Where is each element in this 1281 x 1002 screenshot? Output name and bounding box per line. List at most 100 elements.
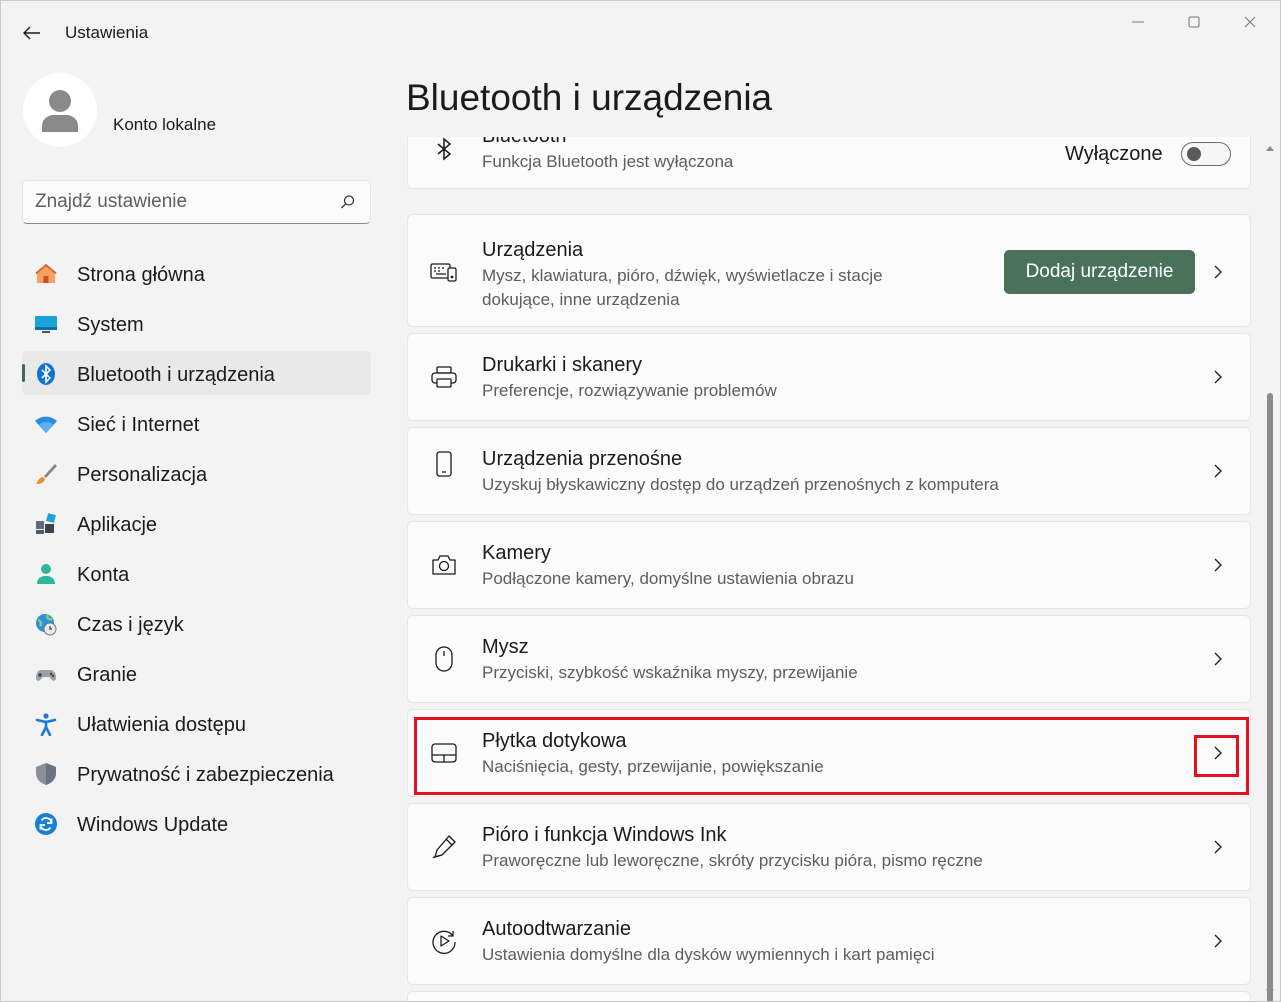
search-icon [341,195,355,209]
sidebar-item-personalization[interactable]: Personalizacja [22,451,371,495]
bluetooth-toggle-label: Wyłączone [1065,143,1163,165]
home-icon [34,262,58,286]
sidebar-item-label: Strona główna [77,264,205,286]
row-desc: Podłączone kamery, domyślne ustawienia o… [482,569,854,588]
camera-icon [430,551,458,579]
search-input[interactable] [35,181,335,223]
sidebar-item-label: Prywatność i zabezpieczenia [77,764,334,786]
row-title: Urządzenia przenośne [482,448,683,470]
maximize-icon [1188,16,1200,28]
phone-icon [430,450,458,478]
chevron-right-icon [1208,555,1228,575]
pen-icon [430,833,458,861]
brush-icon [34,462,58,486]
app-title: Ustawienia [65,23,149,42]
update-icon [34,812,58,836]
minimize-icon [1132,21,1144,23]
settings-content: Bluetooth Funkcja Bluetooth jest wyłączo… [407,137,1251,1001]
sidebar-item-label: Czas i język [77,614,184,636]
bluetooth-toggle[interactable] [1181,142,1231,166]
chevron-right-icon [1208,367,1228,387]
apps-icon [34,512,58,536]
sidebar-nav: Strona główna System Bluetooth i urządze… [22,251,371,851]
search-box[interactable] [22,180,371,224]
row-title: Pióro i funkcja Windows Ink [482,824,727,846]
sidebar-item-label: Personalizacja [77,464,208,486]
bluetooth-desc: Funkcja Bluetooth jest wyłączona [482,152,734,171]
row-title: Autoodtwarzanie [482,918,631,940]
autoplay-icon [430,927,458,955]
user-avatar-icon [42,90,78,132]
devices-title: Urządzenia [482,239,584,261]
mouse-icon [430,645,458,673]
chevron-right-icon[interactable] [1208,262,1228,282]
sidebar-item-accessibility[interactable]: Ułatwienia dostępu [22,701,371,745]
row-title: Drukarki i skanery [482,354,643,376]
scroll-thumb[interactable] [1267,393,1273,1001]
touchpad-chevron-highlight [1194,735,1239,777]
shield-icon [34,762,58,786]
sidebar-item-privacy[interactable]: Prywatność i zabezpieczenia [22,751,371,795]
sidebar-item-label: Ułatwienia dostępu [77,714,246,736]
sidebar-item-label: Sieć i Internet [77,414,200,436]
sidebar-item-home[interactable]: Strona główna [22,251,371,295]
sidebar-item-label: Bluetooth i urządzenia [77,364,275,386]
title-bar: Ustawienia [1,1,1280,63]
sidebar-item-system[interactable]: System [22,301,371,345]
wifi-icon [34,412,58,436]
sidebar-item-accounts[interactable]: Konta [22,551,371,595]
globe-clock-icon [34,612,58,636]
sidebar-item-apps[interactable]: Aplikacje [22,501,371,545]
system-display-icon [34,312,58,336]
autoplay-card[interactable]: Autoodtwarzanie Ustawienia domyślne dla … [407,897,1251,985]
sidebar-item-label: System [77,314,144,336]
sidebar-item-time-language[interactable]: Czas i język [22,601,371,645]
page-title: Bluetooth i urządzenia [406,77,773,118]
chevron-right-icon [1208,931,1228,951]
person-icon [34,562,58,586]
scrollbar[interactable] [1263,137,1277,1001]
scroll-up-icon[interactable] [1266,145,1274,151]
devices-card[interactable]: Urządzenia Mysz, klawiatura, pióro, dźwi… [407,214,1251,327]
devices-desc: Mysz, klawiatura, pióro, dźwięk, wyświet… [482,266,883,309]
settings-window: Ustawienia Konto lokalne Znajdź ustawien… [0,0,1281,1002]
accessibility-icon [34,712,58,736]
close-icon [1244,16,1256,28]
sidebar-item-network[interactable]: Sieć i Internet [22,401,371,445]
cameras-card[interactable]: Kamery Podłączone kamery, domyślne ustaw… [407,521,1251,609]
close-button[interactable] [1227,7,1273,37]
sidebar-item-windows-update[interactable]: Windows Update [22,801,371,845]
sidebar-item-label: Granie [77,664,138,686]
avatar [23,73,97,147]
sidebar-item-gaming[interactable]: Granie [22,651,371,695]
mobile-devices-card[interactable]: Urządzenia przenośne Uzyskuj błyskawiczn… [407,427,1251,515]
mouse-card[interactable]: Mysz Przyciski, szybkość wskaźnika myszy… [407,615,1251,703]
minimize-button[interactable] [1115,7,1161,37]
maximize-button[interactable] [1171,7,1217,37]
sidebar-item-label: Konta [77,564,130,586]
keyboard-devices-icon [430,258,458,286]
printer-icon [430,363,458,391]
chevron-right-icon [1208,837,1228,857]
bluetooth-symbol-icon [430,137,458,163]
row-desc: Preferencje, rozwiązywanie problemów [482,381,777,400]
account-name: Konto lokalne [113,115,217,134]
row-title: Kamery [482,542,551,564]
next-card [407,991,1251,1001]
add-device-button[interactable]: Dodaj urządzenie [1004,250,1195,294]
chevron-right-icon [1208,461,1228,481]
bluetooth-icon [34,362,58,386]
sidebar-item-bluetooth[interactable]: Bluetooth i urządzenia [22,351,371,395]
sidebar-item-label: Aplikacje [77,514,158,536]
back-button[interactable] [15,19,49,47]
row-desc: Przyciski, szybkość wskaźnika myszy, prz… [482,663,858,682]
sidebar-item-label: Windows Update [77,814,229,836]
back-arrow-icon [23,26,40,40]
printers-card[interactable]: Drukarki i skanery Preferencje, rozwiązy… [407,333,1251,421]
pen-card[interactable]: Pióro i funkcja Windows Ink Praworęczne … [407,803,1251,891]
row-desc: Ustawienia domyślne dla dysków wymiennyc… [482,945,935,964]
chevron-right-icon [1208,649,1228,669]
bluetooth-card: Bluetooth Funkcja Bluetooth jest wyłączo… [407,137,1251,189]
gamepad-icon [34,662,58,686]
scroll-down-icon[interactable] [1266,989,1274,995]
